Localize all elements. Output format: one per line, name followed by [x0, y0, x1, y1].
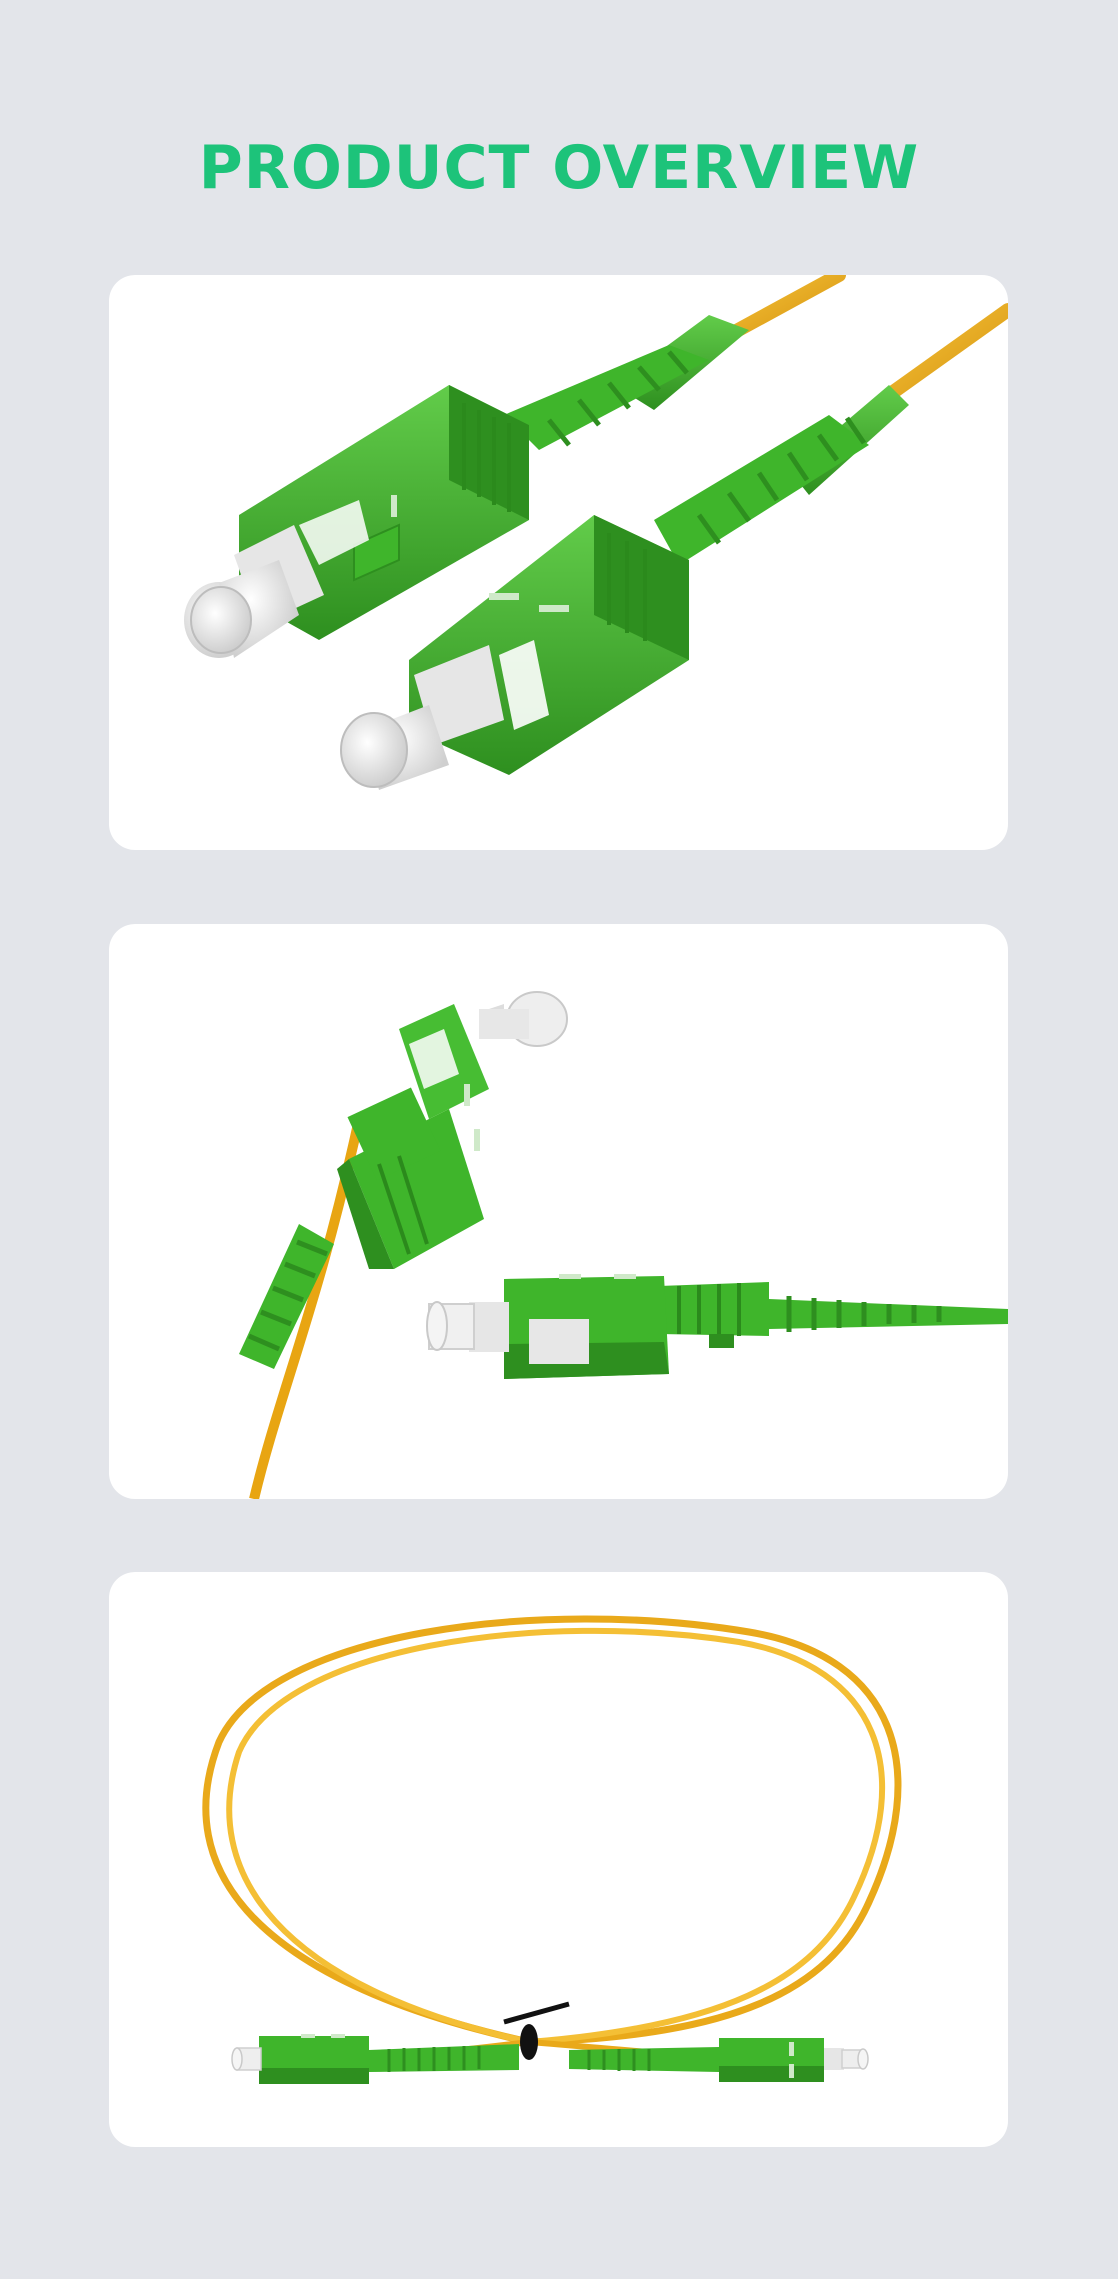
page-title: PRODUCT OVERVIEW — [198, 133, 920, 203]
connector-left — [231, 2034, 519, 2084]
product-photo-connector-angled — [239, 991, 1008, 1499]
product-image-card-connector-closeup — [109, 275, 1008, 850]
connector-right — [569, 2038, 869, 2082]
product-image-card-coiled-cord — [109, 1572, 1008, 2147]
product-image-card-connector-angled — [109, 924, 1008, 1499]
product-photo-coiled-cord — [202, 1615, 902, 2084]
product-photo-connector-closeup — [184, 275, 1008, 790]
connector-right — [426, 1274, 1008, 1379]
